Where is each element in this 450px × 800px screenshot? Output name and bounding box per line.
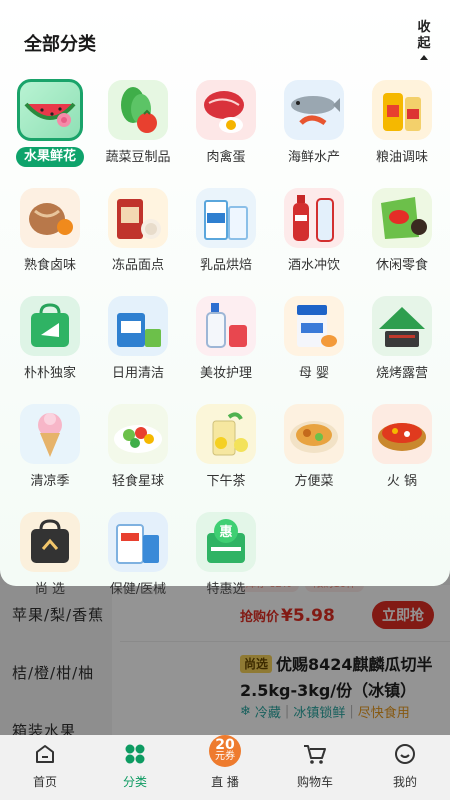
category-label: 清凉季 — [30, 474, 70, 489]
category-item[interactable]: 休闲零食 — [358, 188, 446, 276]
bottom-tab-bar: 首页 分类 20 元券 直 播 购物车 我的 — [0, 735, 450, 800]
dairy-bakery-icon — [196, 188, 256, 248]
tab-label: 分类 — [122, 775, 147, 789]
collapse-char: 起 — [417, 36, 431, 51]
category-item[interactable]: 烧烤露营 — [358, 296, 446, 384]
category-grid: 水果鲜花 蔬菜豆制品 肉禽蛋 海鲜水产 粮油调味 熟食卤味 冻品面点 乳品烘焙 … — [6, 79, 446, 600]
tab-category[interactable]: 分类 — [90, 735, 180, 800]
category-label: 冻品面点 — [111, 258, 164, 273]
collapse-char: 收 — [417, 20, 431, 35]
meat-egg-icon — [196, 80, 256, 140]
coupon-amount: 20 — [215, 737, 235, 753]
tab-home[interactable]: 首页 — [0, 735, 90, 800]
category-item[interactable]: 惠 特惠选 — [182, 512, 270, 600]
category-item[interactable]: 熟食卤味 — [6, 188, 94, 276]
svg-text:惠: 惠 — [219, 524, 232, 540]
pupu-exclusive-bag-icon — [20, 296, 80, 356]
category-item[interactable]: 水果鲜花 — [6, 79, 94, 168]
home-icon — [32, 741, 58, 767]
category-item[interactable]: 保健/医械 — [94, 512, 182, 600]
category-item[interactable]: 酒水冲饮 — [270, 188, 358, 276]
category-label: 母 婴 — [298, 366, 330, 381]
category-item[interactable]: 冻品面点 — [94, 188, 182, 276]
category-panel: 全部分类 收 起 水果鲜花 蔬菜豆制品 肉禽蛋 海鲜水产 粮油调味 熟食卤味 冻… — [0, 0, 450, 597]
coupon-unit: 元券 — [215, 751, 235, 762]
category-item[interactable]: 朴朴独家 — [6, 296, 94, 384]
tab-label: 直 播 — [211, 775, 239, 789]
category-label: 朴朴独家 — [23, 366, 76, 381]
category-item[interactable]: 轻食星球 — [94, 404, 182, 492]
category-item[interactable]: 粮油调味 — [358, 80, 446, 168]
hotpot-icon — [372, 404, 432, 464]
category-item[interactable]: 日用清洁 — [94, 296, 182, 384]
category-label: 日用清洁 — [111, 366, 164, 381]
ready-meal-icon — [284, 404, 344, 464]
cart-icon — [302, 741, 328, 767]
category-item[interactable]: 乳品烘焙 — [182, 188, 270, 276]
category-label: 肉禽蛋 — [206, 150, 246, 165]
category-item[interactable]: 尚 选 — [6, 512, 94, 600]
category-item[interactable]: 火 锅 — [358, 404, 446, 492]
panel-title: 全部分类 — [24, 34, 96, 55]
drinks-icon — [284, 188, 344, 248]
category-item[interactable]: 下午茶 — [182, 404, 270, 492]
category-label: 美妆护理 — [199, 366, 252, 381]
health-medical-icon — [108, 512, 168, 572]
category-label: 保健/医械 — [109, 582, 167, 597]
profile-icon — [392, 741, 418, 767]
ice-cream-icon — [20, 404, 80, 464]
tab-label: 首页 — [32, 775, 57, 789]
tab-label: 购物车 — [296, 775, 333, 789]
vegetable-icon — [108, 80, 168, 140]
category-label: 特惠选 — [206, 582, 246, 597]
category-label: 方便菜 — [294, 474, 334, 489]
oil-seasoning-icon — [372, 80, 432, 140]
category-item[interactable]: 蔬菜豆制品 — [94, 80, 182, 168]
category-label: 火 锅 — [386, 474, 418, 489]
cooked-food-icon — [20, 188, 80, 248]
category-grid-icon — [122, 741, 148, 767]
salad-icon — [108, 404, 168, 464]
category-label: 烧烤露营 — [375, 366, 428, 381]
premium-select-bag-icon — [20, 512, 80, 572]
special-offer-icon: 惠 — [196, 512, 256, 572]
snacks-icon — [372, 188, 432, 248]
seafood-icon — [284, 80, 344, 140]
tab-cart[interactable]: 购物车 — [270, 735, 360, 800]
category-item[interactable]: 母 婴 — [270, 296, 358, 384]
baby-formula-icon — [284, 296, 344, 356]
afternoon-tea-icon — [196, 404, 256, 464]
category-label: 蔬菜豆制品 — [105, 150, 171, 165]
collapse-button[interactable]: 收 起 — [414, 20, 434, 60]
bbq-camping-icon — [372, 296, 432, 356]
category-label: 水果鲜花 — [15, 147, 84, 167]
beauty-care-icon — [196, 296, 256, 356]
tab-label: 我的 — [392, 775, 417, 789]
category-label: 酒水冲饮 — [287, 258, 340, 273]
category-label: 下午茶 — [206, 474, 246, 489]
category-item[interactable]: 海鲜水产 — [270, 80, 358, 168]
category-label: 休闲零食 — [375, 258, 428, 273]
category-label: 海鲜水产 — [287, 150, 340, 165]
category-label: 粮油调味 — [375, 150, 428, 165]
frozen-food-icon — [108, 188, 168, 248]
category-item[interactable]: 清凉季 — [6, 404, 94, 492]
live-coupon-icon: 20 元券 — [209, 735, 241, 767]
category-item[interactable]: 肉禽蛋 — [182, 80, 270, 168]
cleaning-icon — [108, 296, 168, 356]
tab-live[interactable]: 20 元券 直 播 — [180, 735, 270, 800]
category-item[interactable]: 方便菜 — [270, 404, 358, 492]
category-label: 乳品烘焙 — [199, 258, 252, 273]
category-label: 尚 选 — [34, 582, 66, 597]
category-item[interactable]: 美妆护理 — [182, 296, 270, 384]
category-label: 轻食星球 — [111, 474, 164, 489]
tab-profile[interactable]: 我的 — [360, 735, 450, 800]
caret-up-icon — [420, 55, 428, 60]
watermelon-flower-icon — [17, 79, 83, 141]
category-label: 熟食卤味 — [23, 258, 76, 273]
